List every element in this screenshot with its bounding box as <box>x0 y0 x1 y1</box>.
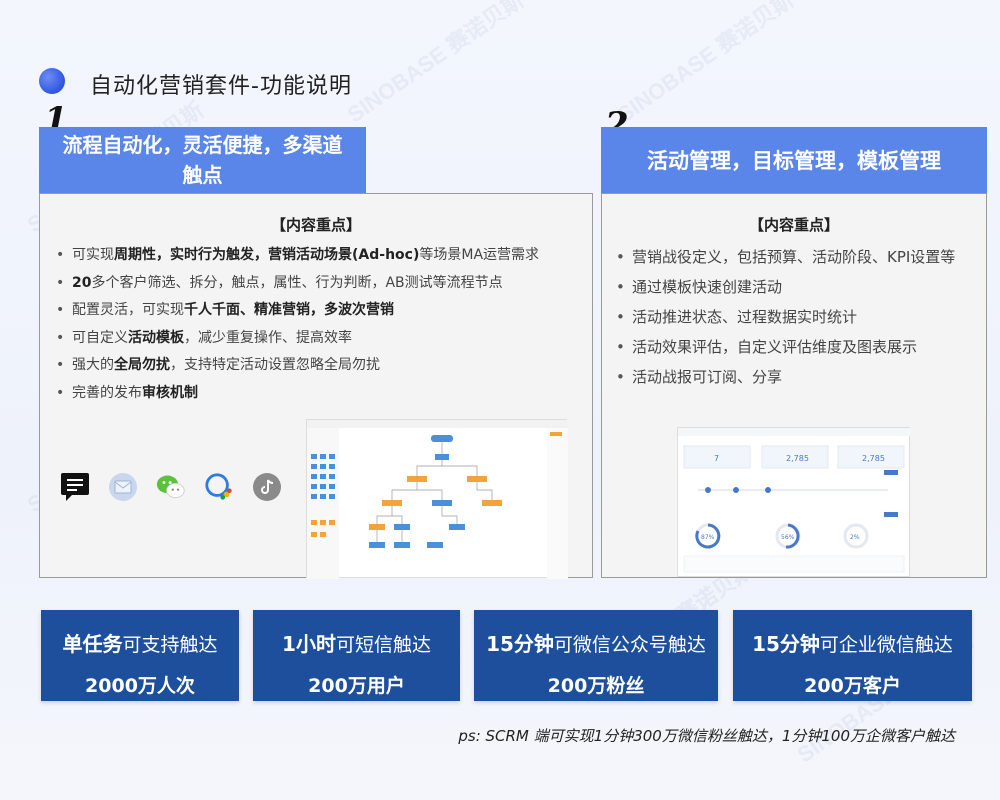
sms-icon <box>60 472 90 502</box>
section-2-panel: 【内容重点】 营销战役定义，包括预算、活动阶段、KPI设置等 通过模板快速创建活… <box>601 193 987 578</box>
mock-ring-value: 87% <box>701 534 715 541</box>
page-title: 自动化营销套件-功能说明 <box>90 74 352 99</box>
flow-builder-screenshot <box>306 419 568 579</box>
watermark: SINOBASE 赛诺贝斯 <box>612 0 799 128</box>
bullet-item: 配置灵活，可实现千人千面、精准营销，多波次营销 <box>50 297 580 325</box>
stat-card: 15分钟可企业微信触达 200万客户 <box>733 610 972 701</box>
bullet-item: 可自定义活动模板，减少重复操作、提高效率 <box>50 325 580 353</box>
section-1-title: 流程自动化，灵活便捷，多渠道触点 <box>39 127 366 193</box>
wecom-icon <box>204 472 234 502</box>
mock-stat-value: 2,785 <box>786 454 809 463</box>
section-1-bullet-list: 可实现周期性，实时行为触发，营销活动场景(Ad-hoc)等场景MA运营需求 20… <box>50 242 580 407</box>
channel-icons-row <box>60 472 282 502</box>
section-2-bullet-list: 营销战役定义，包括预算、活动阶段、KPI设置等 通过模板快速创建活动 活动推进状… <box>610 242 982 392</box>
bullet-item: 可实现周期性，实时行为触发，营销活动场景(Ad-hoc)等场景MA运营需求 <box>50 242 580 270</box>
stat-card: 15分钟可微信公众号触达 200万粉丝 <box>474 610 718 701</box>
stat-card: 单任务可支持触达 2000万人次 <box>41 610 239 701</box>
bullet-item: 营销战役定义，包括预算、活动阶段、KPI设置等 <box>610 242 982 272</box>
section-1-heading: 【内容重点】 <box>270 216 361 234</box>
bullet-item: 活动推进状态、过程数据实时统计 <box>610 302 982 332</box>
bullet-item: 强大的全局勿扰，支持特定活动设置忽略全局勿扰 <box>50 352 580 380</box>
bullet-item: 通过模板快速创建活动 <box>610 272 982 302</box>
mock-ring-value: 56% <box>781 534 795 541</box>
title-bullet-dot <box>39 68 65 94</box>
email-icon <box>108 472 138 502</box>
bullet-item: 20多个客户筛选、拆分，触点，属性、行为判断，AB测试等流程节点 <box>50 270 580 298</box>
watermark: SINOBASE 赛诺贝斯 <box>342 0 529 128</box>
wechat-icon <box>156 472 186 502</box>
footnote: ps: SCRM 端可实现1分钟300万微信粉丝触达，1分钟100万企微客户触达 <box>458 727 955 745</box>
section-1-panel: 【内容重点】 可实现周期性，实时行为触发，营销活动场景(Ad-hoc)等场景MA… <box>39 193 593 579</box>
section-2-heading: 【内容重点】 <box>748 216 839 234</box>
mock-ring-value: 2% <box>850 534 860 541</box>
tiktok-icon <box>252 472 282 502</box>
page: SINOBASE 赛诺贝斯 SINOBASE 赛诺贝斯 SINOBASE 赛诺贝… <box>0 0 1000 800</box>
campaign-dashboard-screenshot: 7 2,785 2,785 87% 56% 2% <box>677 427 911 577</box>
bullet-item: 活动战报可订阅、分享 <box>610 362 982 392</box>
mock-stat-value: 2,785 <box>862 454 885 463</box>
mock-stat-value: 7 <box>714 454 719 463</box>
stat-card: 1小时可短信触达 200万用户 <box>253 610 460 701</box>
bullet-item: 活动效果评估，自定义评估维度及图表展示 <box>610 332 982 362</box>
section-2-title: 活动管理，目标管理，模板管理 <box>601 127 987 193</box>
bullet-item: 完善的发布审核机制 <box>50 380 580 408</box>
